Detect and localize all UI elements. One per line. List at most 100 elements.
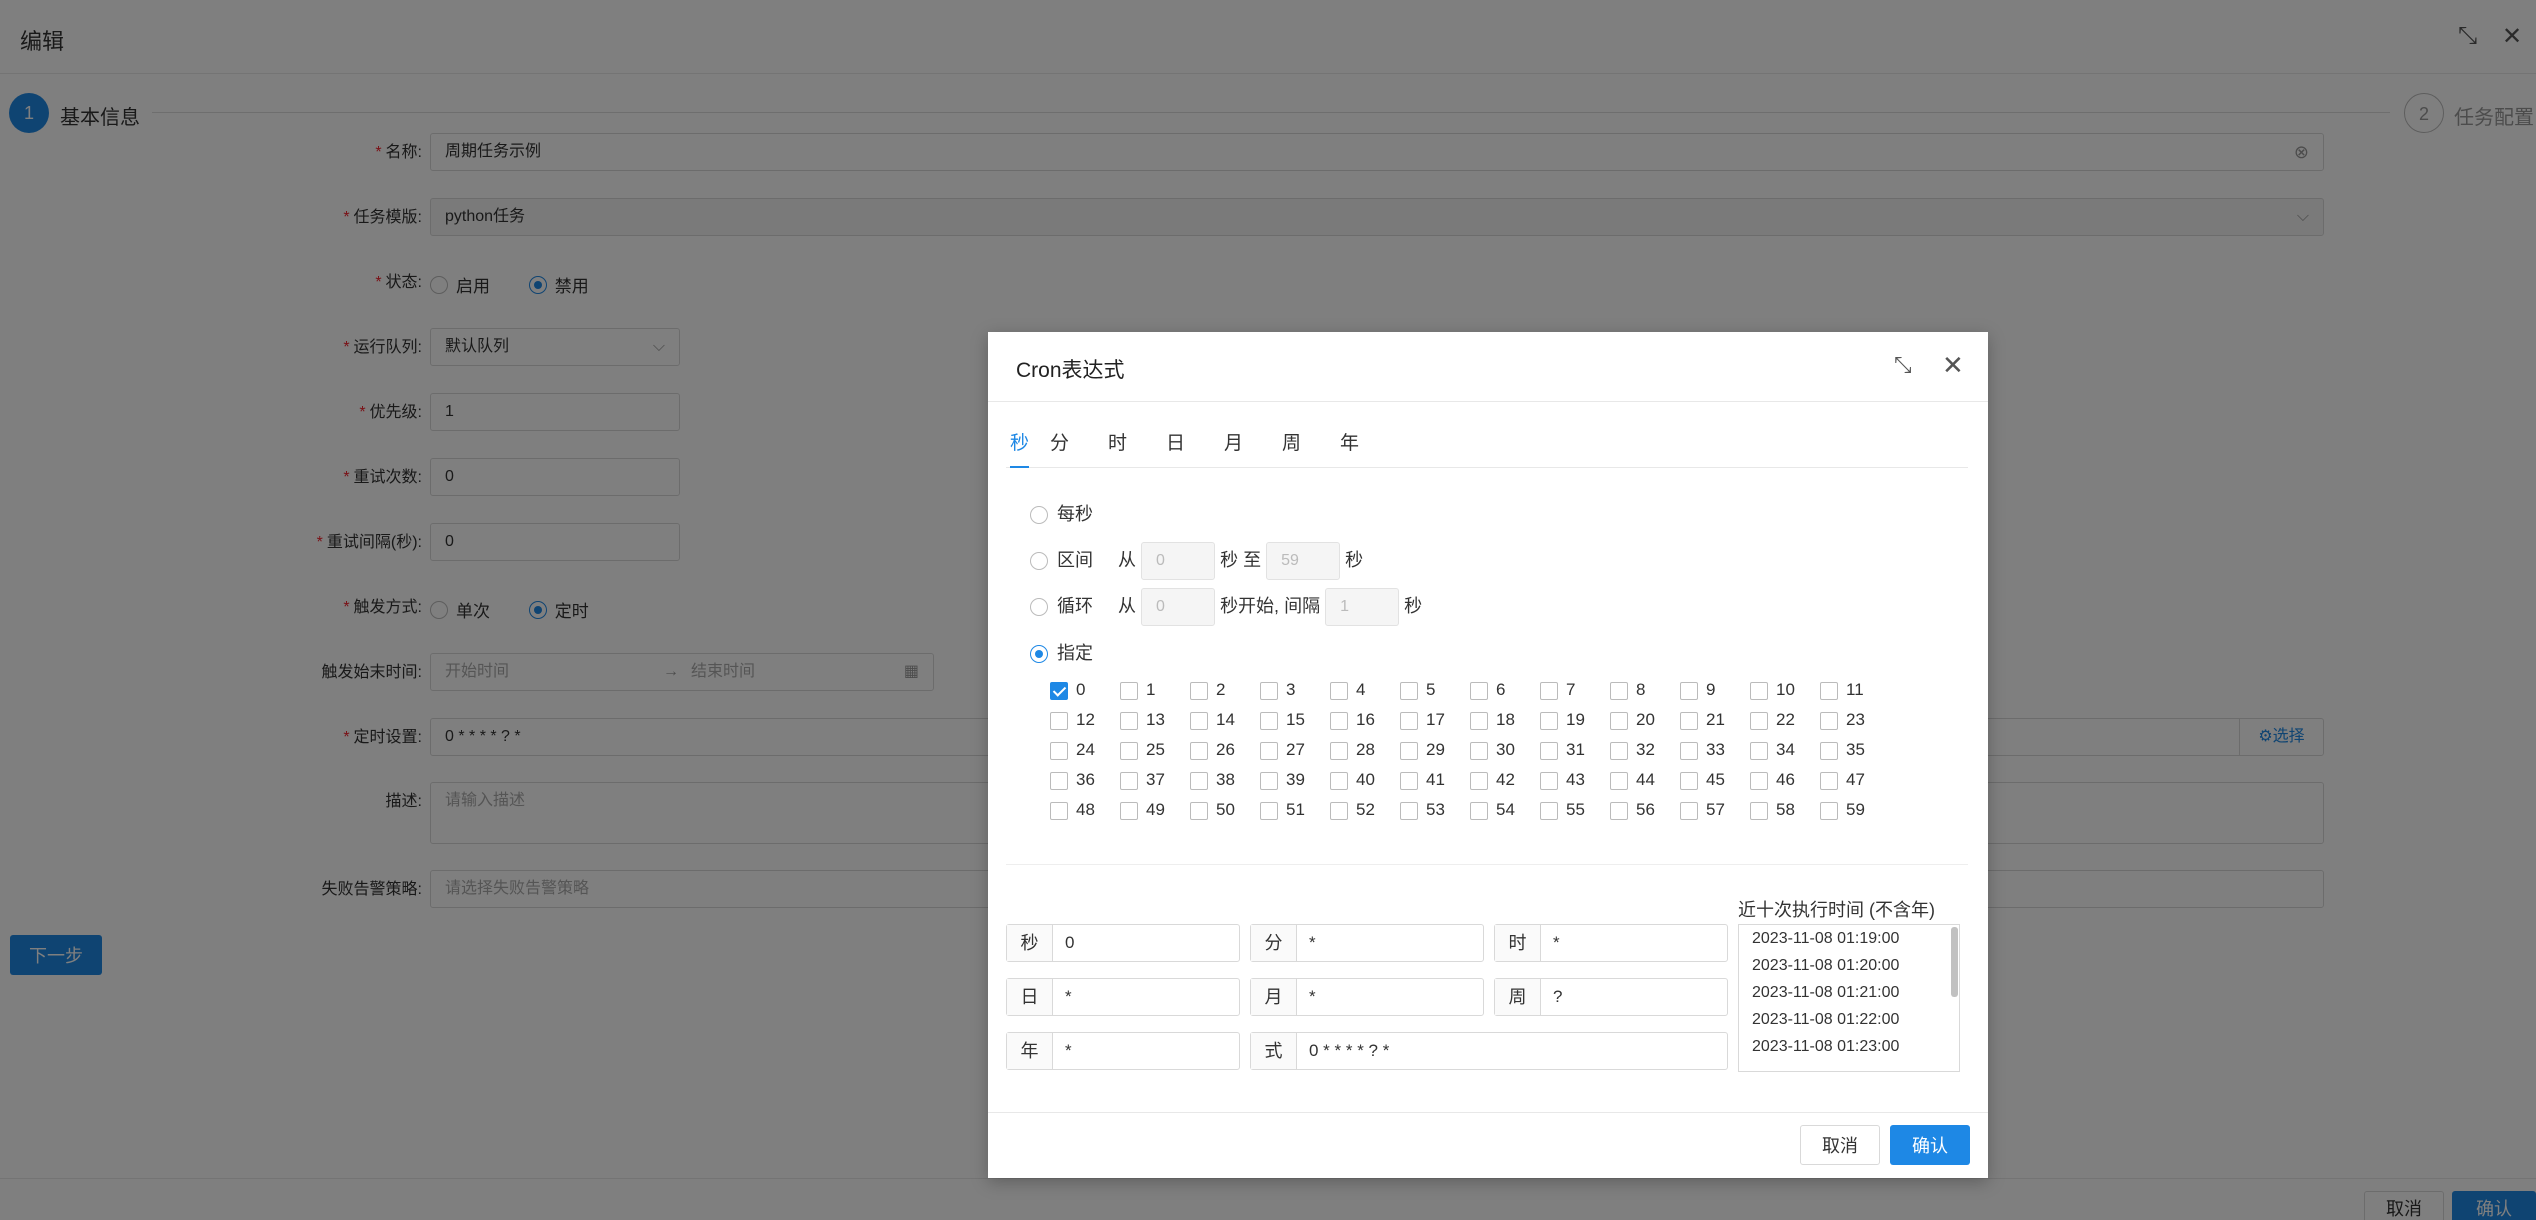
second-checkbox[interactable]	[1050, 801, 1068, 820]
second-checkbox[interactable]	[1190, 681, 1208, 700]
second-option-36[interactable]: 36	[1050, 765, 1120, 795]
second-checkbox[interactable]	[1190, 741, 1208, 760]
second-option-25[interactable]: 25	[1120, 735, 1190, 765]
second-checkbox[interactable]	[1260, 771, 1278, 790]
second-option-14[interactable]: 14	[1190, 705, 1260, 735]
second-option-32[interactable]: 32	[1610, 735, 1680, 765]
loop-start-input[interactable]: 0	[1141, 588, 1216, 627]
second-checkbox[interactable]	[1540, 681, 1558, 700]
second-checkbox[interactable]	[1750, 741, 1768, 760]
second-checkbox[interactable]	[1680, 741, 1698, 760]
second-option-24[interactable]: 24	[1050, 735, 1120, 765]
second-checkbox[interactable]	[1470, 771, 1488, 790]
second-option-34[interactable]: 34	[1750, 735, 1820, 765]
second-checkbox[interactable]	[1750, 771, 1768, 790]
second-checkbox[interactable]	[1050, 741, 1068, 760]
second-option-9[interactable]: 9	[1680, 675, 1750, 705]
second-option-31[interactable]: 31	[1540, 735, 1610, 765]
second-checkbox[interactable]	[1680, 801, 1698, 820]
second-checkbox[interactable]	[1400, 741, 1418, 760]
tab-second[interactable]: 秒	[1010, 428, 1030, 468]
second-option-29[interactable]: 29	[1400, 735, 1470, 765]
second-option-12[interactable]: 12	[1050, 705, 1120, 735]
tab-hour[interactable]: 时	[1108, 428, 1127, 468]
second-checkbox[interactable]	[1120, 681, 1138, 700]
second-checkbox[interactable]	[1470, 711, 1488, 730]
second-checkbox[interactable]	[1330, 711, 1348, 730]
second-checkbox[interactable]	[1610, 741, 1628, 760]
second-checkbox[interactable]	[1750, 801, 1768, 820]
second-option-40[interactable]: 40	[1330, 765, 1400, 795]
second-option-22[interactable]: 22	[1750, 705, 1820, 735]
second-checkbox[interactable]	[1680, 771, 1698, 790]
tab-minute[interactable]: 分	[1050, 428, 1069, 468]
second-option-44[interactable]: 44	[1610, 765, 1680, 795]
second-option-4[interactable]: 4	[1330, 675, 1400, 705]
tab-day[interactable]: 日	[1166, 428, 1185, 468]
second-checkbox[interactable]	[1400, 801, 1418, 820]
second-option-11[interactable]: 11	[1820, 675, 1890, 705]
second-checkbox[interactable]	[1820, 711, 1838, 730]
second-checkbox[interactable]	[1260, 681, 1278, 700]
second-checkbox[interactable]	[1330, 801, 1348, 820]
maximize-icon[interactable]: ⤡	[1894, 352, 1912, 378]
second-option-23[interactable]: 23	[1820, 705, 1890, 735]
second-option-30[interactable]: 30	[1470, 735, 1540, 765]
second-checkbox[interactable]	[1120, 801, 1138, 820]
second-option-17[interactable]: 17	[1400, 705, 1470, 735]
close-icon[interactable]: ✕	[1942, 350, 1964, 381]
second-option-3[interactable]: 3	[1260, 675, 1330, 705]
recent-runs-scrollbar[interactable]	[1951, 927, 1958, 997]
second-option-52[interactable]: 52	[1330, 795, 1400, 825]
second-checkbox[interactable]	[1750, 711, 1768, 730]
second-option-35[interactable]: 35	[1820, 735, 1890, 765]
mode-every-radio[interactable]	[1030, 506, 1048, 525]
second-option-21[interactable]: 21	[1680, 705, 1750, 735]
dialog-cancel-button[interactable]: 取消	[1800, 1125, 1880, 1165]
second-checkbox[interactable]	[1190, 771, 1208, 790]
second-option-45[interactable]: 45	[1680, 765, 1750, 795]
second-option-8[interactable]: 8	[1610, 675, 1680, 705]
second-checkbox[interactable]	[1330, 681, 1348, 700]
second-option-5[interactable]: 5	[1400, 675, 1470, 705]
second-checkbox[interactable]	[1610, 681, 1628, 700]
minute-field[interactable]: 分 *	[1250, 924, 1484, 962]
second-checkbox[interactable]	[1820, 771, 1838, 790]
second-checkbox[interactable]	[1820, 681, 1838, 700]
second-checkbox[interactable]	[1540, 741, 1558, 760]
second-option-56[interactable]: 56	[1610, 795, 1680, 825]
second-option-2[interactable]: 2	[1190, 675, 1260, 705]
second-checkbox[interactable]	[1050, 771, 1068, 790]
second-option-53[interactable]: 53	[1400, 795, 1470, 825]
week-field[interactable]: 周 ?	[1494, 978, 1728, 1016]
second-option-58[interactable]: 58	[1750, 795, 1820, 825]
second-checkbox[interactable]	[1750, 681, 1768, 700]
second-option-39[interactable]: 39	[1260, 765, 1330, 795]
second-checkbox[interactable]	[1610, 771, 1628, 790]
second-checkbox[interactable]	[1540, 711, 1558, 730]
second-checkbox[interactable]	[1470, 741, 1488, 760]
second-checkbox[interactable]	[1820, 741, 1838, 760]
tab-month[interactable]: 月	[1224, 428, 1243, 468]
second-option-42[interactable]: 42	[1470, 765, 1540, 795]
second-option-13[interactable]: 13	[1120, 705, 1190, 735]
tab-year[interactable]: 年	[1340, 428, 1359, 468]
second-option-1[interactable]: 1	[1120, 675, 1190, 705]
second-option-27[interactable]: 27	[1260, 735, 1330, 765]
month-field[interactable]: 月 *	[1250, 978, 1484, 1016]
second-checkbox[interactable]	[1050, 681, 1068, 700]
second-checkbox[interactable]	[1400, 771, 1418, 790]
second-option-54[interactable]: 54	[1470, 795, 1540, 825]
dialog-confirm-button[interactable]: 确认	[1890, 1125, 1970, 1165]
second-checkbox[interactable]	[1680, 711, 1698, 730]
recent-runs-list[interactable]: 2023-11-08 01:19:00 2023-11-08 01:20:00 20…	[1738, 924, 1960, 1072]
hour-field[interactable]: 时 *	[1494, 924, 1728, 962]
second-checkbox[interactable]	[1610, 801, 1628, 820]
second-checkbox[interactable]	[1400, 711, 1418, 730]
second-checkbox[interactable]	[1680, 681, 1698, 700]
second-checkbox[interactable]	[1330, 771, 1348, 790]
year-field[interactable]: 年 *	[1006, 1032, 1240, 1070]
second-option-49[interactable]: 49	[1120, 795, 1190, 825]
mode-specify-radio[interactable]	[1030, 645, 1048, 664]
second-checkbox[interactable]	[1470, 681, 1488, 700]
